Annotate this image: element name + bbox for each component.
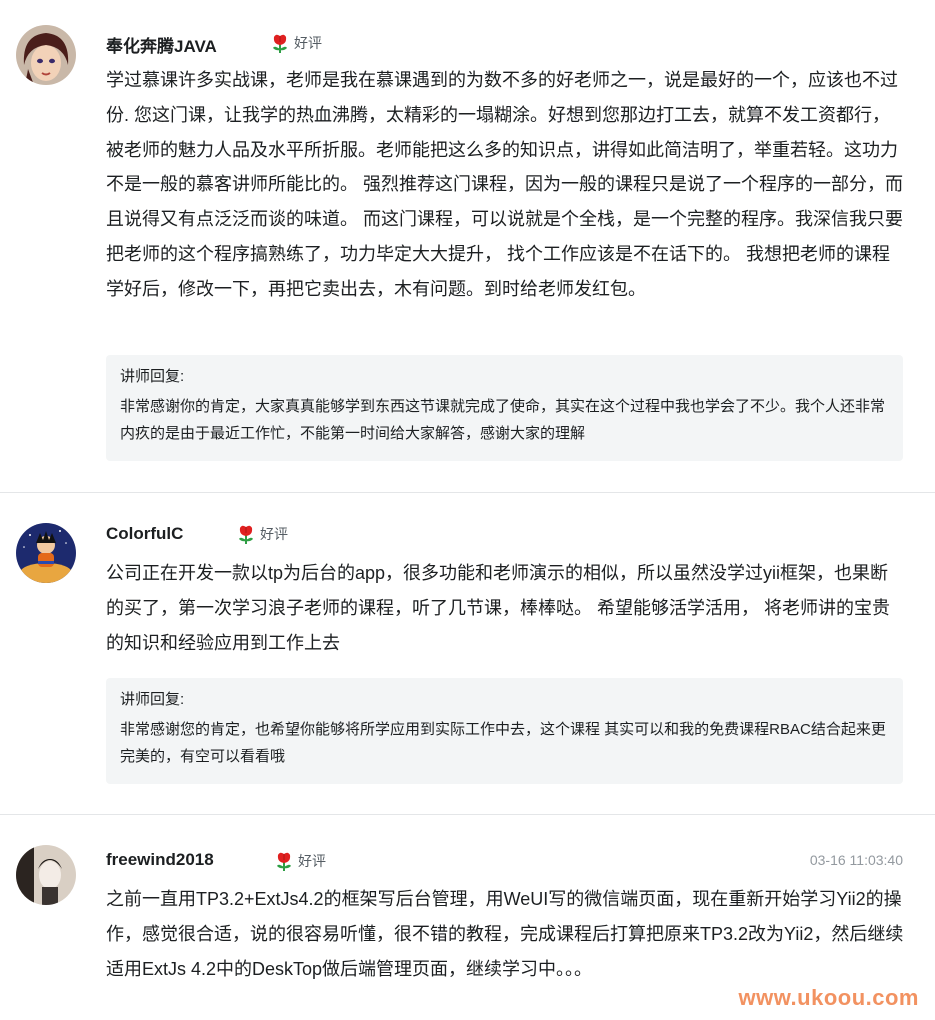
avatar[interactable] bbox=[16, 845, 76, 905]
rating-label: 好评 bbox=[294, 35, 322, 51]
site-watermark: www.ukoou.com bbox=[738, 985, 919, 1010]
flower-icon bbox=[274, 850, 294, 872]
avatar[interactable] bbox=[16, 523, 76, 583]
review-content: 之前一直用TP3.2+ExtJs4.2的框架写后台管理，用WeUI写的微信端页面… bbox=[106, 889, 904, 979]
rating-tag: 好评 bbox=[270, 32, 322, 54]
rating-tag: 好评 bbox=[236, 523, 288, 545]
instructor-reply: 讲师回复: 非常感谢你的肯定，大家真真能够学到东西这节课就完成了使命，其实在这个… bbox=[106, 355, 903, 461]
review-content: 公司正在开发一款以tp为后台的app，很多功能和老师演示的相似，所以虽然没学过y… bbox=[106, 563, 890, 653]
review-timestamp: 03-16 11:03:40 bbox=[809, 852, 903, 868]
flower-icon bbox=[270, 32, 290, 54]
review-item: ColorfulC 好评 公司正在开发一款以tp为后台的app，很多功能和老师演… bbox=[0, 493, 935, 815]
rating-tag: 好评 bbox=[274, 850, 326, 872]
reply-text: 非常感谢您的肯定，也希望你能够将所学应用到实际工作中去，这个课程 其实可以和我的… bbox=[120, 721, 886, 766]
avatar[interactable] bbox=[16, 25, 76, 85]
review-content: 学过慕课许多实战课，老师是我在慕课遇到的为数不多的好老师之一，说是最好的一个，应… bbox=[106, 70, 903, 299]
username[interactable]: 奉化奔腾JAVA bbox=[106, 32, 217, 57]
rating-label: 好评 bbox=[260, 526, 288, 542]
username[interactable]: freewind2018 bbox=[106, 850, 214, 870]
rating-label: 好评 bbox=[298, 853, 326, 869]
flower-icon bbox=[236, 523, 256, 545]
username[interactable]: ColorfulC bbox=[106, 524, 183, 544]
reply-label: 讲师回复: bbox=[120, 368, 185, 385]
reply-text: 非常感谢你的肯定，大家真真能够学到东西这节课就完成了使命，其实在这个过程中我也学… bbox=[120, 398, 886, 443]
review-item: 奉化奔腾JAVA 好评 学过慕课许多实战课，老师是我在慕课遇到的为数不多的好老师… bbox=[0, 0, 935, 493]
reply-label: 讲师回复: bbox=[120, 691, 185, 708]
instructor-reply: 讲师回复: 非常感谢您的肯定，也希望你能够将所学应用到实际工作中去，这个课程 其… bbox=[106, 678, 903, 784]
